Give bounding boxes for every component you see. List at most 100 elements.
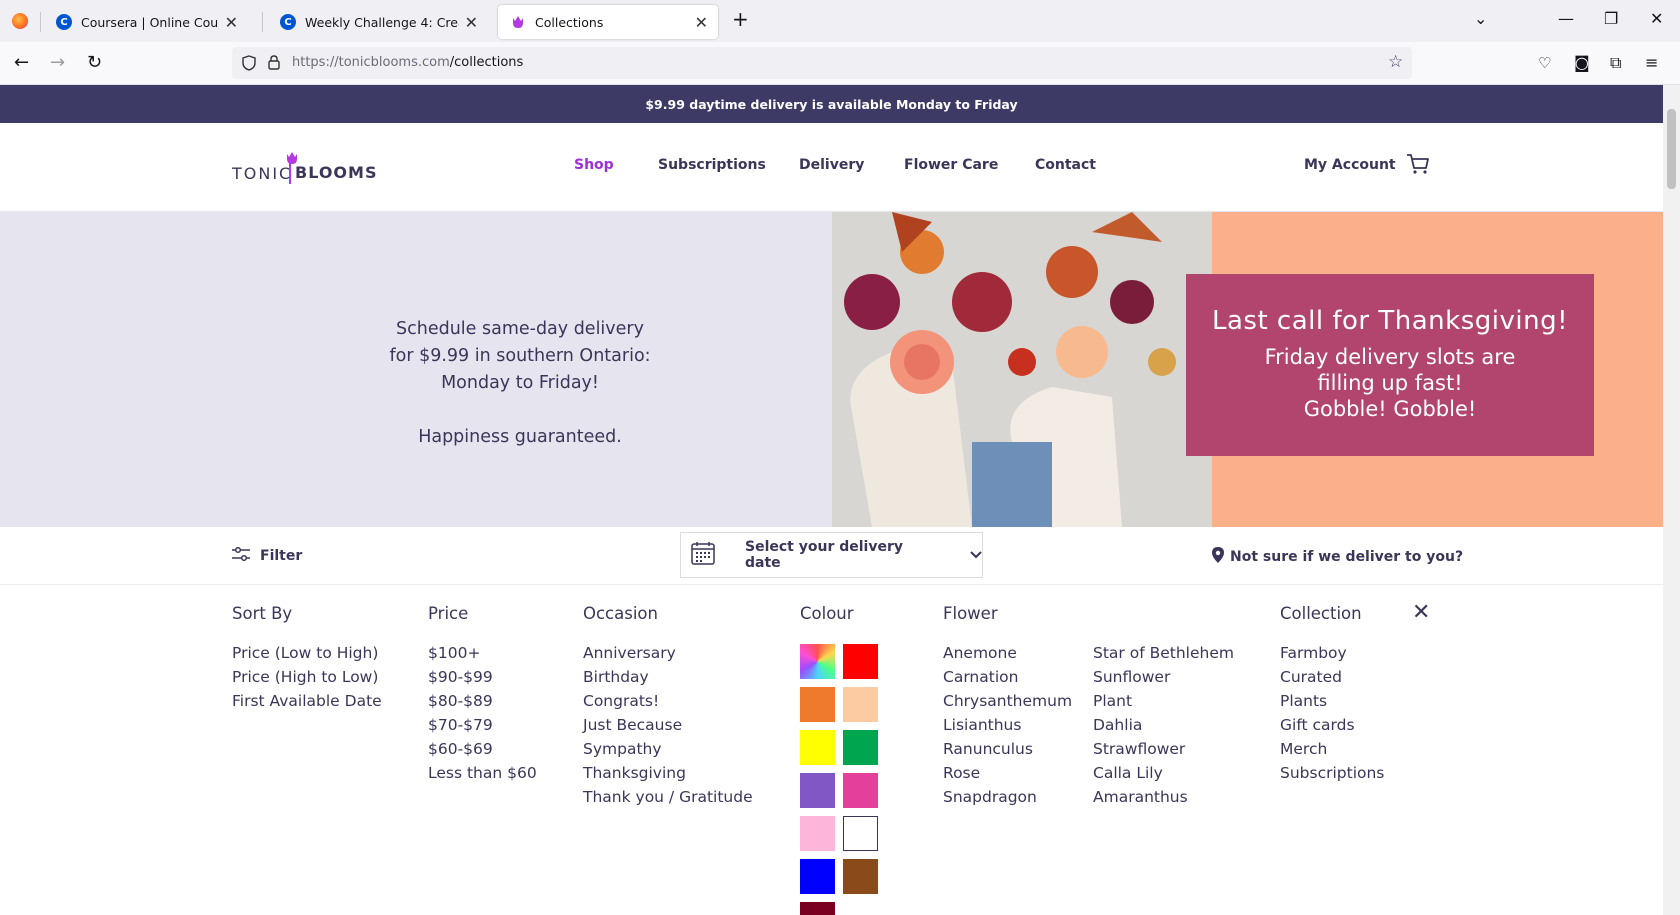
url-bar[interactable]: https://tonicblooms.com/collections ☆ — [232, 47, 1412, 79]
site-header: TONIC BLOOMS Shop Subscriptions Delivery… — [0, 123, 1663, 212]
colour-heading: Colour — [800, 604, 854, 623]
page-scrollbar[interactable] — [1663, 85, 1680, 915]
flower-option[interactable]: Ranunculus — [943, 737, 1072, 761]
menu-shop[interactable]: Shop — [574, 157, 614, 173]
occasion-option[interactable]: Sympathy — [583, 737, 753, 761]
tab-weekly-challenge[interactable]: C Weekly Challenge 4: Create a co ✕ — [268, 5, 488, 39]
price-option[interactable]: $90-$99 — [428, 665, 537, 689]
delivery-area-label: Not sure if we deliver to you? — [1230, 549, 1464, 565]
occasion-option[interactable]: Congrats! — [583, 689, 753, 713]
price-option[interactable]: $60-$69 — [428, 737, 537, 761]
colour-swatch[interactable] — [843, 644, 878, 679]
scrollbar-thumb[interactable] — [1667, 109, 1676, 189]
price-option[interactable]: Less than $60 — [428, 761, 537, 785]
account-sync-icon[interactable]: ◙ — [1574, 52, 1590, 74]
colour-swatch[interactable] — [800, 816, 835, 851]
collection-heading: Collection — [1280, 604, 1362, 623]
restore-icon[interactable]: ❐ — [1604, 9, 1618, 28]
flower-option[interactable]: Star of Bethlehem — [1093, 641, 1234, 665]
close-tab-icon[interactable]: ✕ — [465, 13, 478, 32]
my-account-link[interactable]: My Account — [1304, 157, 1396, 173]
collection-option[interactable]: Subscriptions — [1280, 761, 1384, 785]
app-menu-icon[interactable]: ≡ — [1645, 52, 1658, 74]
back-icon[interactable]: ← — [14, 52, 29, 74]
tonic-blooms-logo[interactable]: TONIC BLOOMS — [232, 149, 382, 189]
hero-banner[interactable]: Last call for Thanksgiving! Friday deliv… — [832, 212, 1663, 527]
flower-option[interactable]: Plant — [1093, 689, 1234, 713]
flower-option[interactable]: Sunflower — [1093, 665, 1234, 689]
collection-option[interactable]: Farmboy — [1280, 641, 1384, 665]
flower-option[interactable]: Carnation — [943, 665, 1072, 689]
cart-icon[interactable] — [1406, 153, 1430, 179]
flower-option[interactable]: Anemone — [943, 641, 1072, 665]
colour-swatch[interactable] — [843, 859, 878, 894]
minimize-icon[interactable]: — — [1558, 9, 1574, 28]
flower-option[interactable]: Chrysanthemum — [943, 689, 1072, 713]
flower-option[interactable]: Amaranthus — [1093, 785, 1234, 809]
promo-text: Friday delivery slots are filling up fas… — [1186, 344, 1594, 422]
logo-divider — [289, 162, 291, 184]
sort-option[interactable]: Price (High to Low) — [232, 665, 382, 689]
sort-option[interactable]: Price (Low to High) — [232, 641, 382, 665]
filter-button[interactable]: Filter — [232, 546, 303, 565]
menu-flower-care[interactable]: Flower Care — [904, 157, 998, 173]
flower-option[interactable]: Snapdragon — [943, 785, 1072, 809]
colour-swatch[interactable] — [800, 859, 835, 894]
tab-coursera[interactable]: C Coursera | Online Courses & Cr ✕ — [44, 5, 248, 39]
occasion-option[interactable]: Anniversary — [583, 641, 753, 665]
list-tabs-icon[interactable]: ⌄ — [1474, 9, 1487, 28]
colour-swatch[interactable] — [800, 902, 835, 915]
close-window-icon[interactable]: ✕ — [1650, 9, 1663, 28]
flower-option[interactable]: Calla Lily — [1093, 761, 1234, 785]
pocket-icon[interactable]: ♡ — [1538, 52, 1551, 74]
tab-separator — [40, 12, 41, 32]
close-icon[interactable]: ✕ — [1412, 600, 1430, 625]
menu-subscriptions[interactable]: Subscriptions — [658, 157, 766, 173]
occasion-option[interactable]: Birthday — [583, 665, 753, 689]
bookmark-star-icon[interactable]: ☆ — [1388, 52, 1403, 72]
flower-list-b: Star of Bethlehem Sunflower Plant Dahlia… — [1093, 641, 1234, 809]
colour-swatch[interactable] — [843, 773, 878, 808]
extensions-icon[interactable]: ⧉ — [1610, 52, 1621, 74]
menu-delivery[interactable]: Delivery — [799, 157, 864, 173]
collection-option[interactable]: Plants — [1280, 689, 1384, 713]
shield-icon[interactable] — [242, 55, 256, 75]
price-option[interactable]: $80-$89 — [428, 689, 537, 713]
menu-contact[interactable]: Contact — [1035, 157, 1096, 173]
url-text[interactable]: https://tonicblooms.com/collections — [292, 55, 523, 70]
reload-icon[interactable]: ↻ — [87, 52, 102, 74]
flower-option[interactable]: Strawflower — [1093, 737, 1234, 761]
price-option[interactable]: $100+ — [428, 641, 537, 665]
colour-swatch[interactable] — [800, 773, 835, 808]
delivery-area-link[interactable]: Not sure if we deliver to you? — [1212, 547, 1463, 567]
sort-option[interactable]: First Available Date — [232, 689, 382, 713]
forward-icon[interactable]: → — [50, 52, 65, 74]
colour-swatch[interactable] — [843, 687, 878, 722]
calendar-icon — [691, 541, 715, 569]
collection-option[interactable]: Gift cards — [1280, 713, 1384, 737]
occasion-option[interactable]: Thank you / Gratitude — [583, 785, 753, 809]
colour-swatch[interactable] — [843, 816, 878, 851]
new-tab-icon[interactable]: + — [732, 7, 749, 31]
close-tab-icon[interactable]: ✕ — [695, 13, 708, 32]
lock-icon[interactable] — [268, 55, 280, 74]
browser-tab-bar: C Coursera | Online Courses & Cr ✕ C Wee… — [0, 0, 1680, 42]
chevron-down-icon — [970, 547, 982, 563]
flower-option[interactable]: Rose — [943, 761, 1072, 785]
tab-collections[interactable]: Collections ✕ — [498, 5, 718, 39]
occasion-option[interactable]: Just Because — [583, 713, 753, 737]
colour-swatch[interactable] — [800, 687, 835, 722]
firefox-icon[interactable] — [12, 13, 28, 29]
filter-label: Filter — [260, 548, 303, 564]
colour-swatch[interactable] — [800, 730, 835, 765]
close-tab-icon[interactable]: ✕ — [225, 13, 238, 32]
collection-option[interactable]: Curated — [1280, 665, 1384, 689]
occasion-option[interactable]: Thanksgiving — [583, 761, 753, 785]
delivery-date-select[interactable]: Select your delivery date — [680, 532, 983, 578]
collection-option[interactable]: Merch — [1280, 737, 1384, 761]
flower-option[interactable]: Dahlia — [1093, 713, 1234, 737]
price-option[interactable]: $70-$79 — [428, 713, 537, 737]
flower-option[interactable]: Lisianthus — [943, 713, 1072, 737]
colour-swatch[interactable] — [843, 730, 878, 765]
colour-swatch[interactable] — [800, 644, 835, 679]
